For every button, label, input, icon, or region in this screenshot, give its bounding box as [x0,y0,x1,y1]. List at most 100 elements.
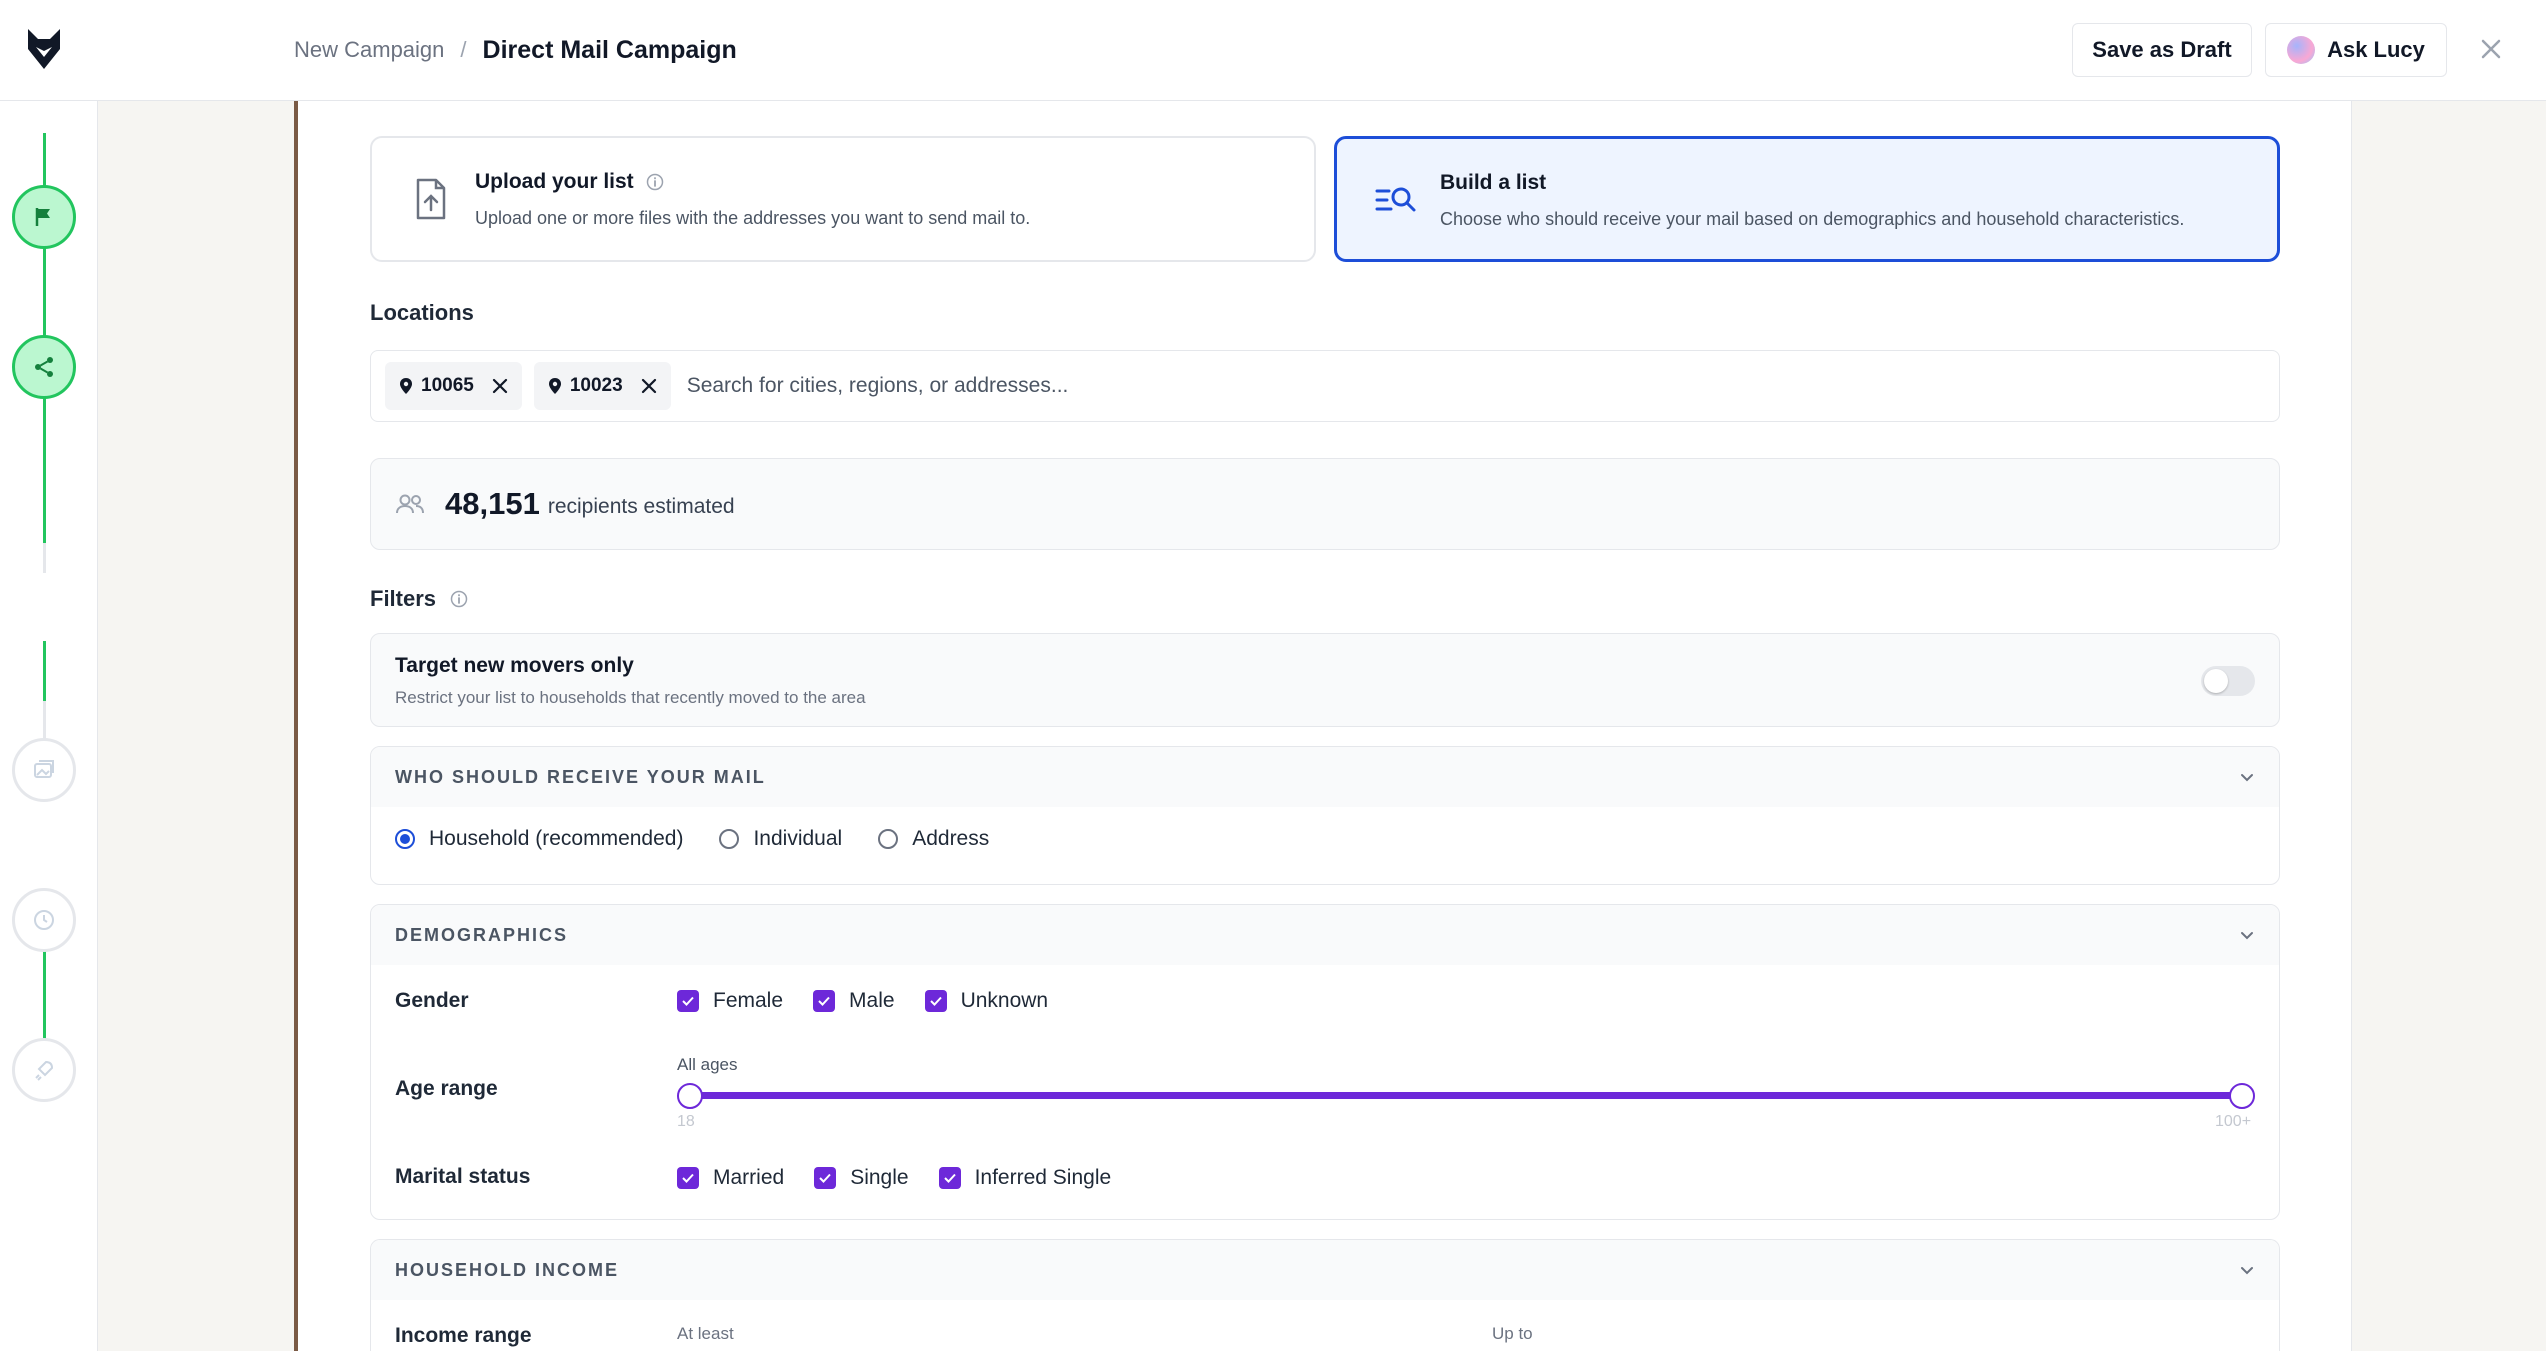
info-icon[interactable] [646,173,664,191]
marital-status-label: Marital status [395,1165,531,1188]
map-pin-icon [548,378,561,394]
chevron-down-icon[interactable] [2239,927,2255,943]
checkbox-female[interactable]: Female [677,989,783,1013]
radio-address[interactable]: Address [878,827,989,851]
breadcrumb-separator: / [460,37,467,62]
recipient-estimate: 48,151 recipients estimated [370,458,2280,550]
upload-list-description: Upload one or more files with the addres… [475,208,1031,228]
income-range-label: Income range [395,1324,532,1347]
location-chip-label: 10023 [569,375,623,396]
income-min-caption: At least [677,1324,734,1343]
radio-button[interactable] [719,829,740,849]
upload-list-title-text: Upload your list [475,170,634,193]
location-chip[interactable]: 10065 [385,362,522,410]
step-3-design[interactable] [12,738,76,802]
breadcrumb: New Campaign / Direct Mail Campaign [294,30,737,70]
ask-lucy-label: Ask Lucy [2327,37,2425,62]
ask-lucy-button[interactable]: Ask Lucy [2265,23,2447,77]
checkbox-inferred-single[interactable]: Inferred Single [938,1166,1112,1190]
checkbox[interactable] [677,1167,699,1189]
household-income-panel: HOUSEHOLD INCOME Income range At least U… [370,1239,2280,1351]
radio-button[interactable] [878,829,899,849]
checkbox-label: Married [713,1166,785,1189]
checkbox-label: Male [849,989,895,1012]
save-as-draft-label: Save as Draft [2092,37,2232,62]
chevron-down-icon[interactable] [2239,1262,2255,1278]
checkbox[interactable] [814,1167,837,1189]
breadcrumb-new-campaign-link[interactable]: New Campaign [294,37,444,63]
radio-individual[interactable]: Individual [719,827,842,851]
location-search-field[interactable]: 10065 10023 [370,350,2280,422]
checkbox-unknown[interactable]: Unknown [924,989,1048,1013]
location-chip[interactable]: 10023 [533,362,671,410]
build-list-title: Build a list [1440,171,1547,194]
upload-list-title: Upload your list [475,170,664,194]
recipient-type-heading: WHO SHOULD RECEIVE YOUR MAIL [395,766,766,787]
radio-label: Address [912,827,990,850]
age-range-slider-track[interactable] [689,1092,2243,1099]
checkbox-label: Female [713,989,784,1012]
upload-list-card[interactable]: Upload your list Upload one or more file… [370,136,1316,262]
recipient-type-panel: WHO SHOULD RECEIVE YOUR MAIL Household (… [370,746,2280,885]
save-as-draft-button[interactable]: Save as Draft [2072,23,2252,77]
household-income-header[interactable]: HOUSEHOLD INCOME [371,1240,2279,1300]
checkbox-single[interactable]: Single [814,1166,909,1190]
build-list-description: Choose who should receive your mail base… [1440,209,2185,229]
list-search-icon [1375,187,1416,212]
close-icon[interactable] [2474,32,2508,66]
fox-logo-icon[interactable] [26,27,62,71]
demographics-heading: DEMOGRAPHICS [395,924,569,945]
toggle-knob [2204,669,2228,693]
age-max-handle[interactable] [2229,1083,2255,1109]
progress-line-pending [43,543,46,573]
gender-options: Female Male Unknown [677,989,1078,1013]
chevron-down-icon[interactable] [2239,769,2255,785]
demographics-header[interactable]: DEMOGRAPHICS [371,905,2279,965]
radio-button[interactable] [395,829,415,849]
recipient-type-options: Household (recommended) Individual Addre… [395,827,1025,851]
step-2-audience[interactable] [12,335,76,399]
checkbox[interactable] [938,1167,961,1189]
location-search-input[interactable] [684,373,1585,399]
filters-heading: Filters [370,586,468,612]
info-icon[interactable] [450,590,468,608]
build-list-card[interactable]: Build a list Choose who should receive y… [1334,136,2280,262]
step-1-flag[interactable] [12,185,76,249]
step-4-schedule[interactable] [12,888,76,952]
top-header: New Campaign / Direct Mail Campaign Save… [0,0,2546,101]
checkbox-married[interactable]: Married [677,1166,784,1190]
age-range-caption: All ages [677,1055,738,1074]
new-movers-title: Target new movers only [395,654,634,677]
recipient-count: 48,151 [445,486,540,521]
step-rail [0,101,98,1351]
page-title: Direct Mail Campaign [482,35,737,64]
new-movers-description: Restrict your list to households that re… [395,688,866,707]
age-min-label: 18 [677,1113,695,1130]
remove-chip-icon[interactable] [492,378,508,394]
new-movers-filter: Target new movers only Restrict your lis… [370,633,2280,727]
clock-icon [34,910,54,930]
lucy-orb-icon [2287,36,2316,64]
images-icon [34,760,54,778]
age-max-label: 100+ [2215,1113,2252,1130]
step-5-launch[interactable] [12,1038,76,1102]
new-movers-toggle[interactable] [2201,666,2255,696]
checkbox-label: Inferred Single [974,1166,1112,1189]
household-income-heading: HOUSEHOLD INCOME [395,1259,620,1280]
locations-label: Locations [370,300,474,325]
map-pin-icon [400,378,412,394]
age-range-label: Age range [395,1077,498,1100]
checkbox[interactable] [677,990,699,1012]
remove-chip-icon[interactable] [641,378,657,394]
checkbox-male[interactable]: Male [813,989,895,1013]
age-min-handle[interactable] [677,1083,703,1109]
rocket-icon [35,1060,54,1081]
filters-label: Filters [370,586,437,611]
checkbox[interactable] [924,990,947,1012]
radio-label: Household (recommended) [429,827,684,850]
progress-line-segment [43,641,46,701]
radio-household[interactable]: Household (recommended) [395,827,683,851]
checkbox-label: Single [850,1166,909,1189]
recipient-type-header[interactable]: WHO SHOULD RECEIVE YOUR MAIL [371,747,2279,807]
checkbox[interactable] [813,990,836,1012]
